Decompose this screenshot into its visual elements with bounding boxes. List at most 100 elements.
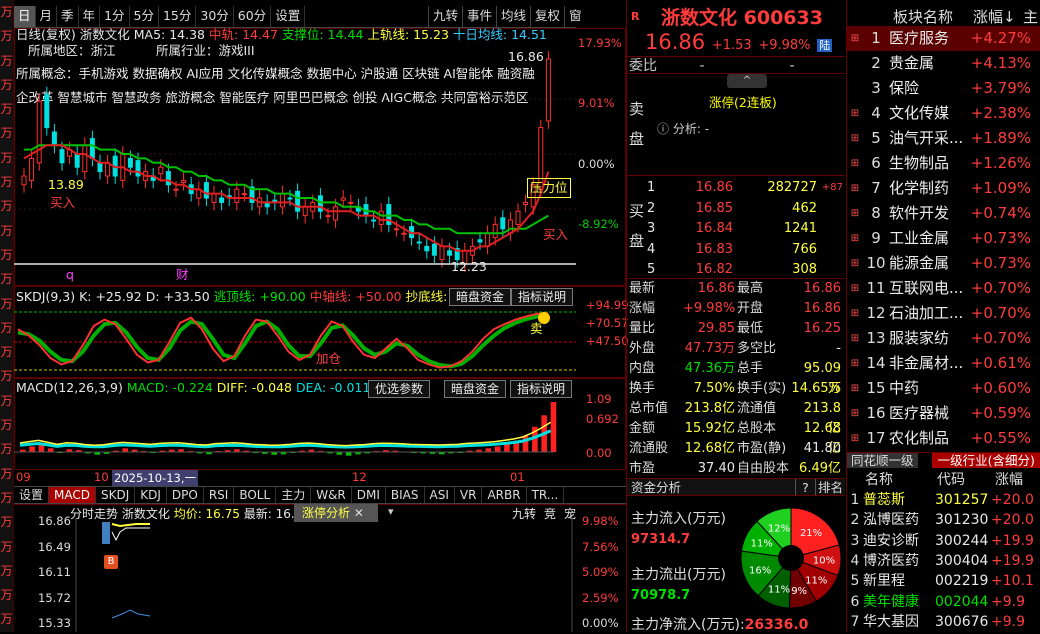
sector-row[interactable]: ⊞ 5 油气开采... +1.89% [847, 126, 1040, 151]
indicator-tab[interactable]: W&R [311, 487, 352, 503]
period-tab[interactable]: 月 [36, 6, 58, 27]
plus-icon[interactable]: ⊞ [847, 26, 863, 51]
sector-row[interactable]: ⊞ 17 农化制品 +0.55% [847, 426, 1040, 451]
indicator-tab[interactable]: ASI [425, 487, 455, 503]
sector-row[interactable]: 3 保险 +3.79% [847, 76, 1040, 101]
plus-icon[interactable]: ⊞ [847, 351, 863, 376]
chart-tool-button[interactable]: 九转 [428, 6, 462, 28]
bid-row[interactable]: 3 16.84 1241 [647, 219, 843, 240]
chart-tool-button[interactable]: 事件 [462, 6, 496, 28]
sector-row[interactable]: ⊞ 6 生物制品 +1.26% [847, 151, 1040, 176]
stock-row[interactable]: 7 华大基因 300676 +9.9 [847, 612, 1040, 632]
period-tab[interactable]: 季 [57, 6, 79, 27]
tab-level1-industry[interactable]: 一级行业(含细分) [931, 453, 1040, 468]
bid-row[interactable]: 4 16.83 766 [647, 240, 843, 261]
macd-diff: DIFF: -0.048 [216, 380, 292, 395]
candle-body [447, 250, 453, 256]
candle-body [492, 223, 498, 239]
period-tab[interactable]: 年 [79, 6, 101, 27]
stock-pct-header[interactable]: 涨幅 [995, 470, 1023, 490]
stock-row[interactable]: 5 新里程 002219 +10.1 [847, 571, 1040, 591]
indicator-tab[interactable]: DPO [167, 487, 204, 503]
sector-row[interactable]: 2 贵金属 +4.13% [847, 51, 1040, 76]
indicator-tab[interactable]: ARBR [482, 487, 527, 503]
stat-value: 7.50% [693, 381, 735, 396]
period-tab[interactable]: 30分 [196, 6, 234, 27]
help-icon[interactable]: ? [795, 479, 815, 495]
skdj-dark-fund-button[interactable]: 暗盘资金 [449, 288, 512, 306]
chart-tool-button[interactable]: 窗 [564, 6, 586, 28]
plus-icon[interactable]: ⊞ [847, 401, 863, 426]
sector-row[interactable]: ⊞ 7 化学制药 +1.09% [847, 176, 1040, 201]
plus-icon[interactable]: ⊞ [847, 226, 863, 251]
stock-row[interactable]: 6 美年健康 002044 +9.9 [847, 591, 1040, 611]
stock-code-header[interactable]: 代码 [925, 470, 995, 490]
period-tab[interactable]: 设置 [271, 6, 306, 27]
rank-button[interactable]: 排名 [815, 479, 845, 495]
stock-row[interactable]: 2 泓博医药 301230 +20.0 [847, 510, 1040, 530]
plus-icon[interactable]: ⊞ [847, 301, 863, 326]
period-tab[interactable]: 15分 [159, 6, 197, 27]
plus-icon[interactable]: ⊞ [847, 251, 863, 276]
plus-icon[interactable]: ⊞ [847, 276, 863, 301]
sector-row[interactable]: ⊞ 8 软件开发 +0.74% [847, 201, 1040, 226]
indicator-tab[interactable]: VR [455, 487, 483, 503]
indicator-tab[interactable]: 主力 [276, 487, 312, 503]
plus-icon[interactable]: ⊞ [847, 126, 863, 151]
plus-icon[interactable]: ⊞ [847, 151, 863, 176]
plus-icon[interactable]: ⊞ [847, 176, 863, 201]
plus-icon[interactable]: ⊞ [847, 326, 863, 351]
sector-row[interactable]: ⊞ 14 非金属材... +0.61% [847, 351, 1040, 376]
plus-icon[interactable]: ⊞ [847, 201, 863, 226]
sector-row[interactable]: ⊞ 9 工业金属 +0.73% [847, 226, 1040, 251]
chart-tool-button[interactable]: 均线 [496, 6, 530, 28]
sector-row[interactable]: ⊞ 15 中药 +0.60% [847, 376, 1040, 401]
stock-row[interactable]: 1 普蕊斯 301257 +20.0 [847, 490, 1040, 510]
stat-row: 涨幅 +9.98% 开盘 16.86 [627, 299, 845, 319]
candle-body [340, 197, 346, 201]
bid-row[interactable]: 2 16.85 462 [647, 199, 843, 220]
indicator-tab[interactable]: TR... [527, 487, 565, 503]
stock-name-header[interactable]: 名称 [847, 470, 925, 490]
sector-row[interactable]: ⊞ 10 能源金属 +0.73% [847, 251, 1040, 276]
bid-row[interactable]: 1 16.86 282727 +87 [647, 178, 843, 199]
indicator-tab[interactable]: MACD [49, 487, 96, 503]
indicator-tab[interactable]: SKDJ [96, 487, 136, 503]
stock-row[interactable]: 3 迪安诊断 300244 +19.9 [847, 531, 1040, 551]
unit-label: 万 [0, 175, 13, 190]
stock-row[interactable]: 4 博济医药 300404 +19.9 [847, 551, 1040, 571]
candle-body [51, 131, 57, 146]
indicator-tab[interactable]: RSI [204, 487, 235, 503]
indicator-tab[interactable]: BIAS [386, 487, 425, 503]
sector-pct-header[interactable]: 涨幅↓ [959, 6, 1019, 28]
period-tab[interactable]: 5分 [130, 6, 159, 27]
skdj-indicator-help-button[interactable]: 指标说明 [511, 288, 574, 306]
plus-icon[interactable]: ⊞ [847, 101, 863, 126]
dropdown-icon[interactable]: ▾ [388, 505, 394, 518]
sector-row[interactable]: ⊞ 1 医疗服务 +4.27% [847, 26, 1040, 51]
chart-tool-button[interactable]: 复权 [530, 6, 564, 28]
sector-extra-header[interactable]: 主 [1019, 6, 1038, 28]
indicator-tab[interactable]: BOLL [234, 487, 277, 503]
period-tab[interactable]: 日 [14, 6, 36, 27]
plus-icon[interactable]: ⊞ [847, 376, 863, 401]
period-tab[interactable]: 1分 [100, 6, 130, 27]
stock-rank: 2 [850, 512, 860, 529]
indicator-tab[interactable]: DMI [352, 487, 386, 503]
stat-value: 12.68亿 [803, 421, 841, 456]
unit-label: 万 [0, 418, 13, 433]
sector-row[interactable]: ⊞ 16 医疗器械 +0.59% [847, 401, 1040, 426]
sector-row[interactable]: ⊞ 12 石油加工... +0.70% [847, 301, 1040, 326]
stock-pct: +10.1 [991, 573, 1034, 590]
indicator-tab[interactable]: 设置 [14, 487, 50, 503]
sector-row[interactable]: ⊞ 4 文化传媒 +2.38% [847, 101, 1040, 126]
sector-row[interactable]: ⊞ 11 互联网电... +0.70% [847, 276, 1040, 301]
period-tab[interactable]: 60分 [234, 6, 272, 27]
r-badge: R [631, 10, 640, 23]
tab-ths-level1[interactable]: 同花顺一级 [847, 453, 918, 468]
sector-name-header[interactable]: 板块名称 [847, 6, 959, 28]
plus-icon[interactable]: ⊞ [847, 426, 863, 451]
indicator-tab[interactable]: KDJ [135, 487, 167, 503]
collapse-icon[interactable]: ^ [727, 74, 767, 88]
sector-row[interactable]: ⊞ 13 服装家纺 +0.70% [847, 326, 1040, 351]
